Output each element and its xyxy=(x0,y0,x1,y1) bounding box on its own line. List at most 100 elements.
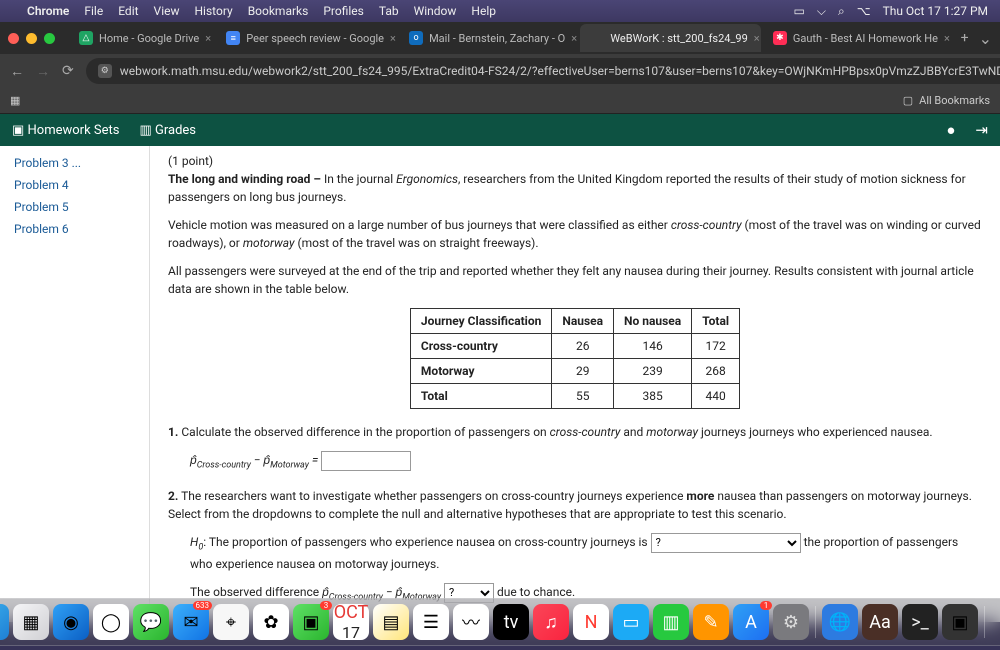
menu-bookmarks[interactable]: Bookmarks xyxy=(248,4,309,18)
chrome-window: △Home - Google Drive× ≡Peer speech revie… xyxy=(0,22,1000,622)
safari-app[interactable]: ◉ xyxy=(53,604,89,640)
keynote-app[interactable]: ▭ xyxy=(613,604,649,640)
numbers-app[interactable]: ▥ xyxy=(653,604,689,640)
mail-app[interactable]: ✉633 xyxy=(173,604,209,640)
sidebar-item-problem-3[interactable]: Problem 3 ... xyxy=(0,152,149,174)
menu-window[interactable]: Window xyxy=(414,4,457,18)
answer-input-diff[interactable] xyxy=(321,451,411,471)
photos-app[interactable]: ✿ xyxy=(253,604,289,640)
question-1: 1. Calculate the observed difference in … xyxy=(168,423,982,441)
tab-outlook[interactable]: oMail - Bernstein, Zachary - O× xyxy=(399,24,578,52)
menu-profiles[interactable]: Profiles xyxy=(323,4,364,18)
dictionary-app[interactable]: Aa xyxy=(862,604,898,640)
data-table: Journey ClassificationNauseaNo nauseaTot… xyxy=(410,308,740,409)
tab-webwork[interactable]: WeBWorK : stt_200_fs24_99× xyxy=(580,24,761,52)
site-info-icon[interactable]: ⚙ xyxy=(98,64,112,78)
menu-help[interactable]: Help xyxy=(471,4,496,18)
pages-app[interactable]: ✎ xyxy=(693,604,729,640)
close-tab-icon[interactable]: × xyxy=(205,32,211,45)
wifi-icon[interactable]: ⌵ xyxy=(817,4,826,19)
close-window-button[interactable] xyxy=(8,33,19,44)
globe-app[interactable]: 🌐 xyxy=(822,604,858,640)
launchpad-app[interactable]: ▦ xyxy=(13,604,49,640)
appstore-app[interactable]: A1 xyxy=(733,604,769,640)
menu-view[interactable]: View xyxy=(154,4,180,18)
minimize-window-button[interactable] xyxy=(26,33,37,44)
points-label: (1 point) xyxy=(168,152,982,170)
outlook-icon: o xyxy=(409,31,423,45)
address-bar[interactable]: ⚙ webwork.math.msu.edu/webwork2/stt_200_… xyxy=(86,58,1000,84)
user-icon[interactable]: ● xyxy=(946,121,955,139)
trash-app[interactable]: 🗑 xyxy=(991,604,1000,640)
back-button[interactable]: ← xyxy=(10,63,24,80)
problem-intro: The long and winding road – In the journ… xyxy=(168,170,982,206)
apps-grid-icon[interactable]: ▦ xyxy=(10,94,20,107)
maps-app[interactable]: ⌖ xyxy=(213,604,249,640)
calendar-app[interactable]: OCT17 xyxy=(333,604,369,640)
drive-icon: △ xyxy=(79,31,93,45)
forward-button[interactable]: → xyxy=(36,63,50,80)
news-app[interactable]: N xyxy=(573,604,609,640)
docs-icon: ≡ xyxy=(226,31,240,45)
music-app[interactable]: ♫ xyxy=(533,604,569,640)
settings-app[interactable]: ⚙ xyxy=(773,604,809,640)
close-tab-icon[interactable]: × xyxy=(571,32,577,45)
tab-docs[interactable]: ≡Peer speech review - Google× xyxy=(216,24,397,52)
search-icon[interactable]: ⌕ xyxy=(838,4,845,19)
close-tab-icon[interactable]: × xyxy=(944,32,950,45)
tv-app[interactable]: tv xyxy=(493,604,529,640)
folder-icon: ▢ xyxy=(903,94,913,107)
reload-button[interactable]: ⟳ xyxy=(62,63,74,79)
table-row: Total55385440 xyxy=(410,384,739,409)
sidebar-item-problem-4[interactable]: Problem 4 xyxy=(0,174,149,196)
terminal-app[interactable]: >_ xyxy=(902,604,938,640)
menu-file[interactable]: File xyxy=(84,4,103,18)
control-center-icon[interactable]: ⌥ xyxy=(857,4,871,18)
battery-icon[interactable]: ▭ xyxy=(794,4,805,18)
window-controls xyxy=(8,33,55,44)
tab-gauth[interactable]: ✱Gauth - Best AI Homework He× xyxy=(763,24,951,52)
new-tab-button[interactable]: + xyxy=(953,30,977,46)
freeform-app[interactable]: 〰 xyxy=(453,604,489,640)
notes-app[interactable]: ▤ xyxy=(373,604,409,640)
close-tab-icon[interactable]: × xyxy=(754,32,760,45)
macos-dock: ☺ ▦ ◉ ◯ 💬 ✉633 ⌖ ✿ ▣3 OCT17 ▤ ☰ 〰 tv ♫ N… xyxy=(0,598,1000,646)
url-text: webwork.math.msu.edu/webwork2/stt_200_fs… xyxy=(120,64,1000,78)
problem-sidebar: Problem 3 ... Problem 4 Problem 5 Proble… xyxy=(0,146,150,622)
close-tab-icon[interactable]: × xyxy=(390,32,396,45)
reminders-app[interactable]: ☰ xyxy=(413,604,449,640)
webwork-header: ▣ Homework Sets ▥ Grades ● ⇥ xyxy=(0,114,1000,146)
all-bookmarks-button[interactable]: All Bookmarks xyxy=(919,94,990,107)
menubar-clock[interactable]: Thu Oct 17 1:27 PM xyxy=(883,4,988,18)
dock-separator xyxy=(815,606,816,638)
menu-tab[interactable]: Tab xyxy=(379,4,399,18)
tab-drive[interactable]: △Home - Google Drive× xyxy=(69,24,214,52)
maximize-window-button[interactable] xyxy=(44,33,55,44)
logout-icon[interactable]: ⇥ xyxy=(975,121,988,139)
formula-1: p̂Cross-country − p̂Motorway = xyxy=(190,451,982,473)
facetime-app[interactable]: ▣3 xyxy=(293,604,329,640)
appstore-badge: 1 xyxy=(760,601,772,610)
facetime-badge: 3 xyxy=(320,601,332,610)
messages-app[interactable]: 💬 xyxy=(133,604,169,640)
h0-compare-select[interactable]: ? xyxy=(651,533,801,553)
gauth-icon: ✱ xyxy=(773,31,787,45)
utility-app[interactable]: ▣ xyxy=(942,604,978,640)
browser-toolbar: ← → ⟳ ⚙ webwork.math.msu.edu/webwork2/st… xyxy=(0,54,1000,88)
menu-edit[interactable]: Edit xyxy=(118,4,138,18)
sidebar-item-problem-6[interactable]: Problem 6 xyxy=(0,218,149,240)
bookmarks-bar: ▦ ▢ All Bookmarks xyxy=(0,88,1000,114)
sidebar-item-problem-5[interactable]: Problem 5 xyxy=(0,196,149,218)
grades-nav[interactable]: ▥ Grades xyxy=(139,123,196,138)
menubar-app[interactable]: Chrome xyxy=(27,4,69,18)
problem-p3: All passengers were surveyed at the end … xyxy=(168,262,982,298)
menu-history[interactable]: History xyxy=(195,4,233,18)
problem-p2: Vehicle motion was measured on a large n… xyxy=(168,216,982,252)
finder-app[interactable]: ☺ xyxy=(0,604,9,640)
dock-separator xyxy=(984,606,985,638)
table-row: Motorway29239268 xyxy=(410,359,739,384)
homework-sets-nav[interactable]: ▣ Homework Sets xyxy=(12,123,119,138)
tab-overflow-icon[interactable]: ⌄ xyxy=(979,29,992,48)
mail-badge: 633 xyxy=(193,601,213,610)
chrome-app[interactable]: ◯ xyxy=(93,604,129,640)
